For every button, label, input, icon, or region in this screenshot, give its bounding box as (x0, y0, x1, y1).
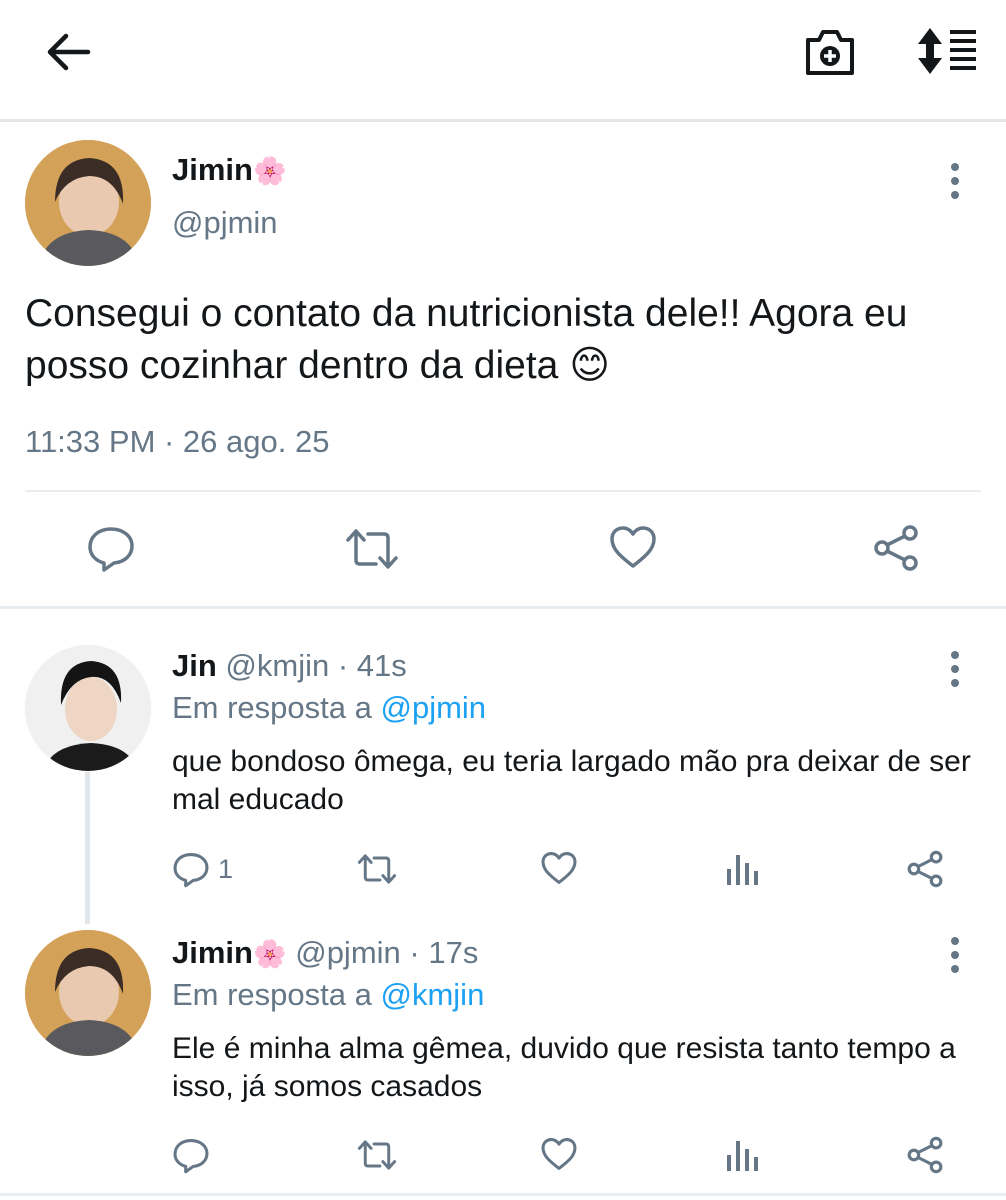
reply-author-handle: @pjmin (295, 935, 401, 970)
author-name-row: Jimin🌸 (172, 152, 287, 188)
reply-author-name: Jin (172, 648, 217, 683)
avatar-image (25, 645, 151, 771)
author-name: Jimin (172, 152, 253, 187)
reply-text: Ele é minha alma gêmea, duvido que resis… (172, 1032, 956, 1103)
reply-header: Jin @kmjin · 41s (172, 648, 407, 684)
analytics-button[interactable] (725, 851, 759, 887)
like-icon (610, 526, 656, 568)
avatar[interactable] (25, 140, 151, 266)
tweet-timestamp: 11:33 PM · 26 ago. 25 (25, 424, 330, 459)
like-icon (541, 852, 577, 884)
like-button[interactable] (540, 850, 578, 886)
reply-author-name: Jimin (172, 935, 253, 970)
tweet-text: Consegui o contato da nutricionista dele… (25, 288, 985, 392)
camera-button[interactable] (803, 26, 857, 78)
reply-button[interactable] (172, 1136, 210, 1174)
author-handle: @pjmin (172, 205, 278, 240)
reply-icon (88, 527, 134, 572)
bottom-divider (0, 1193, 1006, 1196)
retweet-icon (357, 1140, 397, 1170)
share-icon (907, 850, 943, 888)
reply-menu-button[interactable] (940, 648, 970, 690)
sort-list-icon (918, 28, 976, 74)
retweet-icon (357, 854, 397, 884)
reply-author-handle: @kmjin (225, 648, 330, 683)
like-icon (541, 1138, 577, 1170)
analytics-icon (727, 1141, 758, 1171)
more-vertical-icon (951, 651, 959, 687)
like-button[interactable] (540, 1136, 578, 1172)
retweet-button[interactable] (342, 526, 402, 572)
tweet-divider (25, 490, 981, 492)
retweet-button[interactable] (355, 1137, 399, 1173)
more-vertical-icon (951, 937, 959, 973)
analytics-icon (727, 855, 758, 885)
reply-time: · 17s (409, 935, 479, 970)
mention-link[interactable]: @kmjin (381, 977, 485, 1012)
share-icon (907, 1136, 943, 1174)
share-button[interactable] (872, 524, 920, 572)
reply-icon (173, 853, 209, 888)
top-divider (0, 119, 1006, 122)
mention-link[interactable]: @pjmin (381, 690, 487, 725)
share-button[interactable] (906, 1136, 944, 1174)
reply-header: Jimin🌸 @pjmin · 17s (172, 935, 478, 971)
reply-menu-button[interactable] (940, 934, 970, 976)
sort-button[interactable] (916, 26, 980, 76)
in-reply-label: Em resposta a (172, 690, 372, 725)
retweet-icon (346, 529, 398, 569)
reply-button[interactable] (86, 524, 136, 572)
avatar-image (25, 930, 151, 1056)
reply-icon (173, 1139, 209, 1174)
arrow-left-icon (47, 33, 91, 71)
avatar[interactable] (25, 645, 151, 771)
share-button[interactable] (906, 850, 944, 888)
smile-emoji: 😊 (569, 344, 610, 387)
retweet-button[interactable] (355, 851, 399, 887)
back-button[interactable] (44, 28, 94, 76)
reply-text: que bondoso ômega, eu teria largado mão … (172, 745, 971, 816)
avatar[interactable] (25, 930, 151, 1056)
thread-line (85, 772, 90, 924)
flower-emoji: 🌸 (252, 156, 287, 186)
flower-emoji: 🌸 (252, 939, 287, 969)
analytics-button[interactable] (725, 1137, 759, 1173)
in-reply-to: Em resposta a @kmjin (172, 977, 484, 1013)
more-vertical-icon (951, 163, 959, 199)
top-bar (0, 0, 1006, 120)
section-divider (0, 606, 1006, 609)
share-icon (874, 525, 918, 571)
like-button[interactable] (608, 524, 658, 570)
in-reply-to: Em resposta a @pjmin (172, 690, 486, 726)
avatar-image (25, 140, 151, 266)
reply-button[interactable] (172, 850, 210, 888)
tweet-body: Consegui o contato da nutricionista dele… (25, 292, 908, 387)
camera-plus-icon (806, 30, 854, 75)
tweet-menu-button[interactable] (940, 160, 970, 202)
reply-time: · 41s (337, 648, 407, 683)
reply-count: 1 (218, 854, 234, 884)
in-reply-label: Em resposta a (172, 977, 372, 1012)
